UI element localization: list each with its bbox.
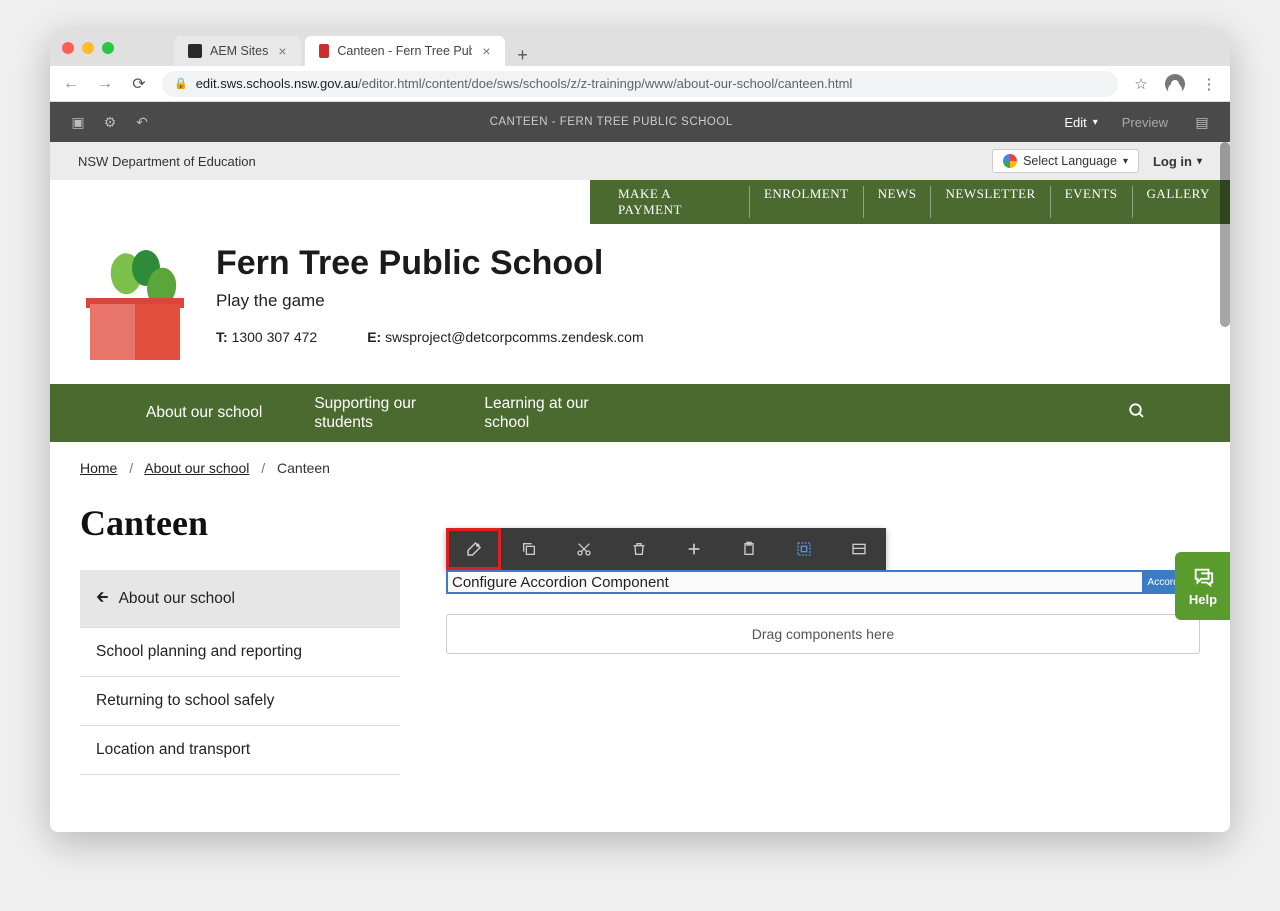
back-button[interactable]: ←: [60, 75, 82, 93]
maximize-window-icon[interactable]: [102, 42, 114, 54]
quicklink-events[interactable]: EVENTS: [1051, 186, 1133, 218]
quicklink-gallery[interactable]: GALLERY: [1133, 186, 1216, 218]
page-content: NSW Department of Education Select Langu…: [50, 142, 1230, 832]
nav-about[interactable]: About our school: [120, 403, 288, 422]
forward-button[interactable]: →: [94, 75, 116, 93]
crumb-current: Canteen: [277, 460, 330, 476]
quicklink-news[interactable]: NEWS: [864, 186, 932, 218]
sidenav-item[interactable]: Location and transport: [80, 726, 400, 775]
chevron-down-icon: ▾: [1093, 117, 1098, 128]
url-input[interactable]: 🔒 edit.sws.schools.nsw.gov.au/editor.htm…: [162, 71, 1118, 97]
crumb-about[interactable]: About our school: [144, 460, 249, 476]
school-logo: [90, 250, 180, 360]
aem-editor-bar: ▣ ⚙ ↶ CANTEEN - FERN TREE PUBLIC SCHOOL …: [50, 102, 1230, 142]
editable-area: Configure Accordion Component Accordion …: [446, 570, 1200, 654]
help-button[interactable]: Help: [1175, 552, 1230, 620]
breadcrumb: Home / About our school / Canteen: [50, 442, 1230, 494]
tab-close-icon[interactable]: ×: [278, 43, 286, 59]
component-label: Configure Accordion Component: [452, 574, 669, 591]
parent-button[interactable]: [831, 528, 886, 570]
bookmark-icon[interactable]: ☆: [1130, 75, 1152, 93]
copy-button[interactable]: [501, 528, 556, 570]
edit-mode-dropdown[interactable]: Edit▾: [1064, 115, 1097, 130]
url-path: /editor.html/content/doe/sws/schools/z/z…: [358, 76, 852, 91]
quicklink-enrolment[interactable]: ENROLMENT: [750, 186, 864, 218]
configure-button[interactable]: [446, 528, 501, 570]
delete-button[interactable]: [611, 528, 666, 570]
nav-supporting[interactable]: Supporting our students: [288, 394, 458, 433]
drop-zone[interactable]: Drag components here: [446, 614, 1200, 654]
quicklink-payment[interactable]: MAKE A PAYMENT: [604, 186, 750, 218]
search-icon[interactable]: [1128, 402, 1160, 425]
dept-label: NSW Department of Education: [78, 154, 256, 169]
language-label: Select Language: [1023, 154, 1117, 168]
tab-label: Canteen - Fern Tree Public Sch: [337, 44, 472, 58]
annotation-icon[interactable]: ▤: [1186, 114, 1218, 131]
school-email: E: swsproject@detcorpcomms.zendesk.com: [367, 329, 643, 345]
sidenav-item[interactable]: Returning to school safely: [80, 677, 400, 726]
school-phone: T: 1300 307 472: [216, 329, 317, 345]
school-tagline: Play the game: [216, 291, 644, 311]
insert-button[interactable]: [666, 528, 721, 570]
chevron-down-icon: ▾: [1197, 156, 1202, 167]
group-button[interactable]: [776, 528, 831, 570]
school-header: Fern Tree Public School Play the game T:…: [50, 224, 1230, 384]
close-window-icon[interactable]: [62, 42, 74, 54]
school-name: Fern Tree Public School: [216, 244, 644, 283]
scrollbar[interactable]: [1220, 142, 1230, 327]
arrow-left-icon: 🡰: [96, 585, 109, 612]
chevron-down-icon: ▾: [1123, 156, 1128, 167]
preview-button[interactable]: Preview: [1122, 115, 1168, 130]
reload-button[interactable]: ⟳: [128, 74, 150, 94]
minimize-window-icon[interactable]: [82, 42, 94, 54]
tab-aem-sites[interactable]: AEM Sites ×: [174, 36, 301, 66]
paste-button[interactable]: [721, 528, 776, 570]
nav-learning[interactable]: Learning at our school: [458, 394, 628, 433]
menu-icon[interactable]: ⋮: [1198, 75, 1220, 93]
component-toolbar: [446, 528, 886, 570]
favicon-icon: [188, 44, 202, 58]
favicon-icon: [319, 44, 330, 58]
undo-icon[interactable]: ↶: [126, 114, 158, 131]
sidenav-back[interactable]: 🡰 About our school: [80, 570, 400, 628]
crumb-home[interactable]: Home: [80, 460, 117, 476]
accordion-component[interactable]: Configure Accordion Component Accordion: [446, 570, 1200, 594]
tab-canteen[interactable]: Canteen - Fern Tree Public Sch ×: [305, 36, 505, 66]
chat-icon: [1190, 566, 1216, 588]
login-link[interactable]: Log in ▾: [1153, 154, 1202, 169]
sidenav-item[interactable]: School planning and reporting: [80, 628, 400, 677]
lock-icon: 🔒: [174, 77, 188, 90]
page-info-icon[interactable]: ⚙: [94, 114, 126, 131]
dept-strip: NSW Department of Education Select Langu…: [50, 142, 1230, 180]
main-nav: About our school Supporting our students…: [50, 384, 1230, 442]
traffic-lights: [62, 42, 114, 54]
window-titlebar: AEM Sites × Canteen - Fern Tree Public S…: [50, 30, 1230, 66]
profile-icon[interactable]: [1164, 74, 1186, 94]
side-panel-icon[interactable]: ▣: [62, 114, 94, 131]
help-label: Help: [1189, 592, 1217, 607]
cut-button[interactable]: [556, 528, 611, 570]
google-translate-icon: [1003, 154, 1017, 168]
tab-close-icon[interactable]: ×: [482, 43, 490, 59]
new-tab-button[interactable]: +: [509, 45, 537, 66]
address-bar: ← → ⟳ 🔒 edit.sws.schools.nsw.gov.au/edit…: [50, 66, 1230, 102]
quicklinks-bar: MAKE A PAYMENT ENROLMENT NEWS NEWSLETTER…: [590, 180, 1230, 224]
browser-tabs: AEM Sites × Canteen - Fern Tree Public S…: [174, 30, 537, 66]
url-domain: edit.sws.schools.nsw.gov.au: [196, 76, 358, 91]
quicklink-newsletter[interactable]: NEWSLETTER: [931, 186, 1050, 218]
tab-label: AEM Sites: [210, 44, 268, 58]
language-select[interactable]: Select Language ▾: [992, 149, 1139, 173]
aem-page-title: CANTEEN - FERN TREE PUBLIC SCHOOL: [158, 116, 1064, 128]
side-nav: 🡰 About our school School planning and r…: [80, 570, 400, 775]
